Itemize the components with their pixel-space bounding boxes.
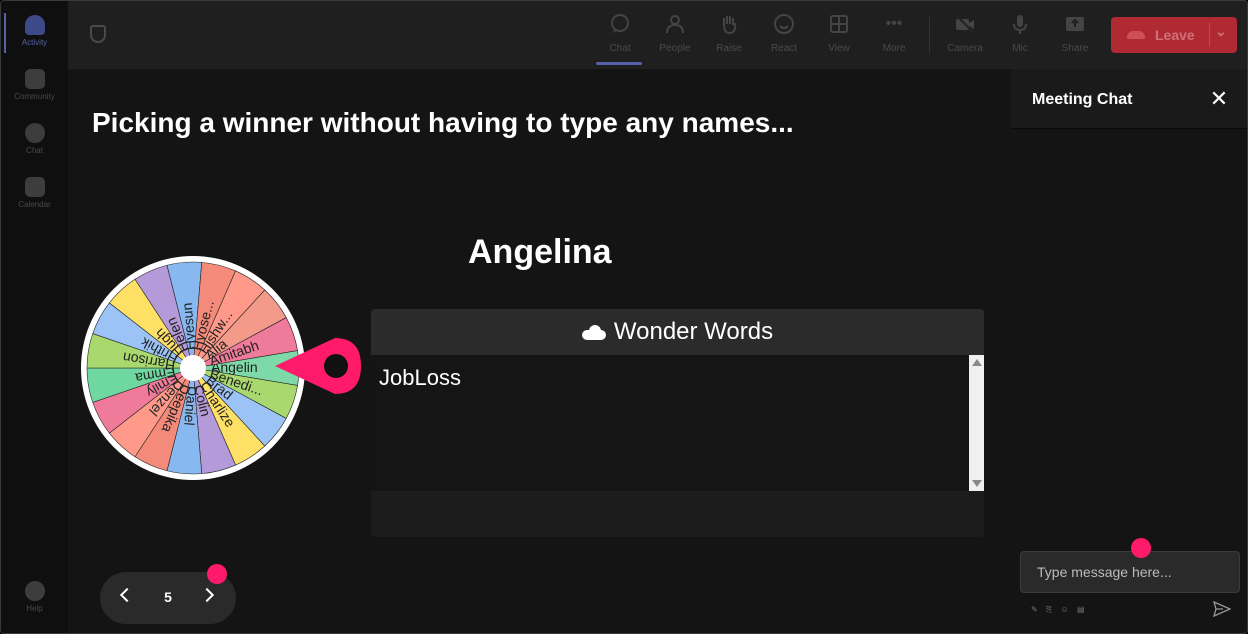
people-label: People — [659, 43, 691, 54]
share-icon — [1064, 13, 1086, 35]
chat-title: Meeting Chat — [1032, 91, 1133, 108]
wonder-words-title: Wonder Words — [613, 318, 774, 345]
toolbar-divider — [929, 17, 930, 53]
leave-button[interactable]: Leave ⌄ — [1111, 17, 1237, 53]
more-button[interactable]: ••• More — [868, 9, 920, 61]
raise-hand-button[interactable]: Raise — [703, 9, 755, 61]
scroll-down-icon[interactable] — [972, 480, 982, 487]
leave-divider — [1209, 23, 1210, 47]
mic-label: Mic — [1012, 43, 1028, 54]
cloud-icon — [581, 325, 606, 340]
pointer-body — [275, 338, 361, 394]
rail-item-community[interactable]: Community — [1, 65, 68, 113]
page-number: 5 — [164, 589, 172, 605]
camera-label: Camera — [947, 43, 983, 54]
smiley-icon — [773, 13, 795, 35]
chevron-down-icon[interactable]: ⌄ — [1215, 23, 1227, 40]
raise-label: Raise — [716, 43, 742, 54]
rail-item-label: Help — [26, 604, 43, 613]
chat-header: Meeting Chat ✕ — [1011, 69, 1247, 129]
rail-item-calendar[interactable]: Calendar — [1, 173, 68, 221]
send-icon[interactable] — [1213, 601, 1231, 617]
react-button[interactable]: React — [758, 9, 810, 61]
more-icon: ••• — [885, 15, 903, 32]
chat-button[interactable]: Chat — [594, 9, 646, 65]
leave-label: Leave — [1155, 27, 1195, 43]
shield-icon[interactable] — [90, 25, 106, 43]
rail-item-activity[interactable]: Activity — [1, 11, 68, 59]
chat-label: Chat — [609, 43, 631, 54]
rail-item-label: Chat — [26, 146, 43, 155]
cursor-indicator-dot — [1131, 538, 1151, 558]
hand-icon — [718, 13, 740, 35]
rail-item-label: Community — [14, 92, 55, 101]
wheel-hub — [180, 355, 206, 381]
grid-icon — [828, 13, 850, 35]
meeting-chat-panel: Meeting Chat ✕ ✎ ⎘ ☺ ▤ — [1011, 69, 1247, 633]
scrollbar[interactable] — [969, 355, 984, 491]
cursor-indicator-dot — [207, 564, 227, 584]
view-button[interactable]: View — [813, 9, 865, 61]
share-label: Share — [1061, 43, 1089, 54]
wonder-words-text: JobLoss — [379, 365, 461, 390]
react-label: React — [770, 43, 798, 54]
scroll-up-icon[interactable] — [972, 359, 982, 366]
rail-item-help[interactable]: Help — [1, 577, 68, 625]
phone-icon — [1127, 31, 1145, 39]
view-label: View — [828, 43, 850, 54]
help-icon — [24, 581, 45, 601]
people-icon — [664, 13, 686, 35]
chevron-left-icon[interactable] — [119, 587, 135, 603]
close-icon[interactable]: ✕ — [1207, 87, 1231, 111]
chevron-right-icon[interactable] — [199, 587, 215, 603]
pointer-hole — [324, 354, 348, 378]
camera-button[interactable]: Camera — [939, 9, 991, 61]
format-toolbar-icons[interactable]: ✎ ⎘ ☺ ▤ — [1031, 605, 1088, 615]
community-icon — [24, 69, 45, 89]
mic-icon — [1009, 13, 1031, 35]
calendar-icon — [24, 177, 45, 197]
wheel-pointer — [275, 338, 361, 394]
rail-item-label: Activity — [21, 38, 48, 47]
more-label: More — [882, 43, 906, 54]
people-button[interactable]: People — [649, 9, 701, 61]
meeting-toolbar: Chat People Raise React View ••• More Ca… — [68, 1, 1247, 69]
share-button[interactable]: Share — [1049, 9, 1101, 61]
rail-item-chat[interactable]: Chat — [1, 119, 68, 167]
wonder-words-body[interactable]: JobLoss — [371, 355, 984, 491]
bell-icon — [24, 15, 45, 35]
chat-icon — [609, 13, 631, 35]
wonder-words-header: Wonder Words — [371, 309, 984, 355]
chat-icon — [24, 123, 45, 143]
shared-stage: Picking a winner without having to type … — [68, 69, 1011, 633]
chat-message-input[interactable] — [1020, 551, 1240, 593]
winner-name: Angelina — [468, 233, 612, 271]
stage-title: Picking a winner without having to type … — [92, 107, 794, 138]
left-rail: Activity Community Chat Calendar Help — [1, 1, 68, 633]
meeting-window: Activity Community Chat Calendar Help Ch… — [0, 0, 1248, 634]
mic-button[interactable]: Mic — [994, 9, 1046, 61]
camera-off-icon — [954, 13, 976, 35]
wonder-words-panel: Wonder Words JobLoss — [371, 309, 984, 537]
rail-item-label: Calendar — [18, 200, 51, 209]
